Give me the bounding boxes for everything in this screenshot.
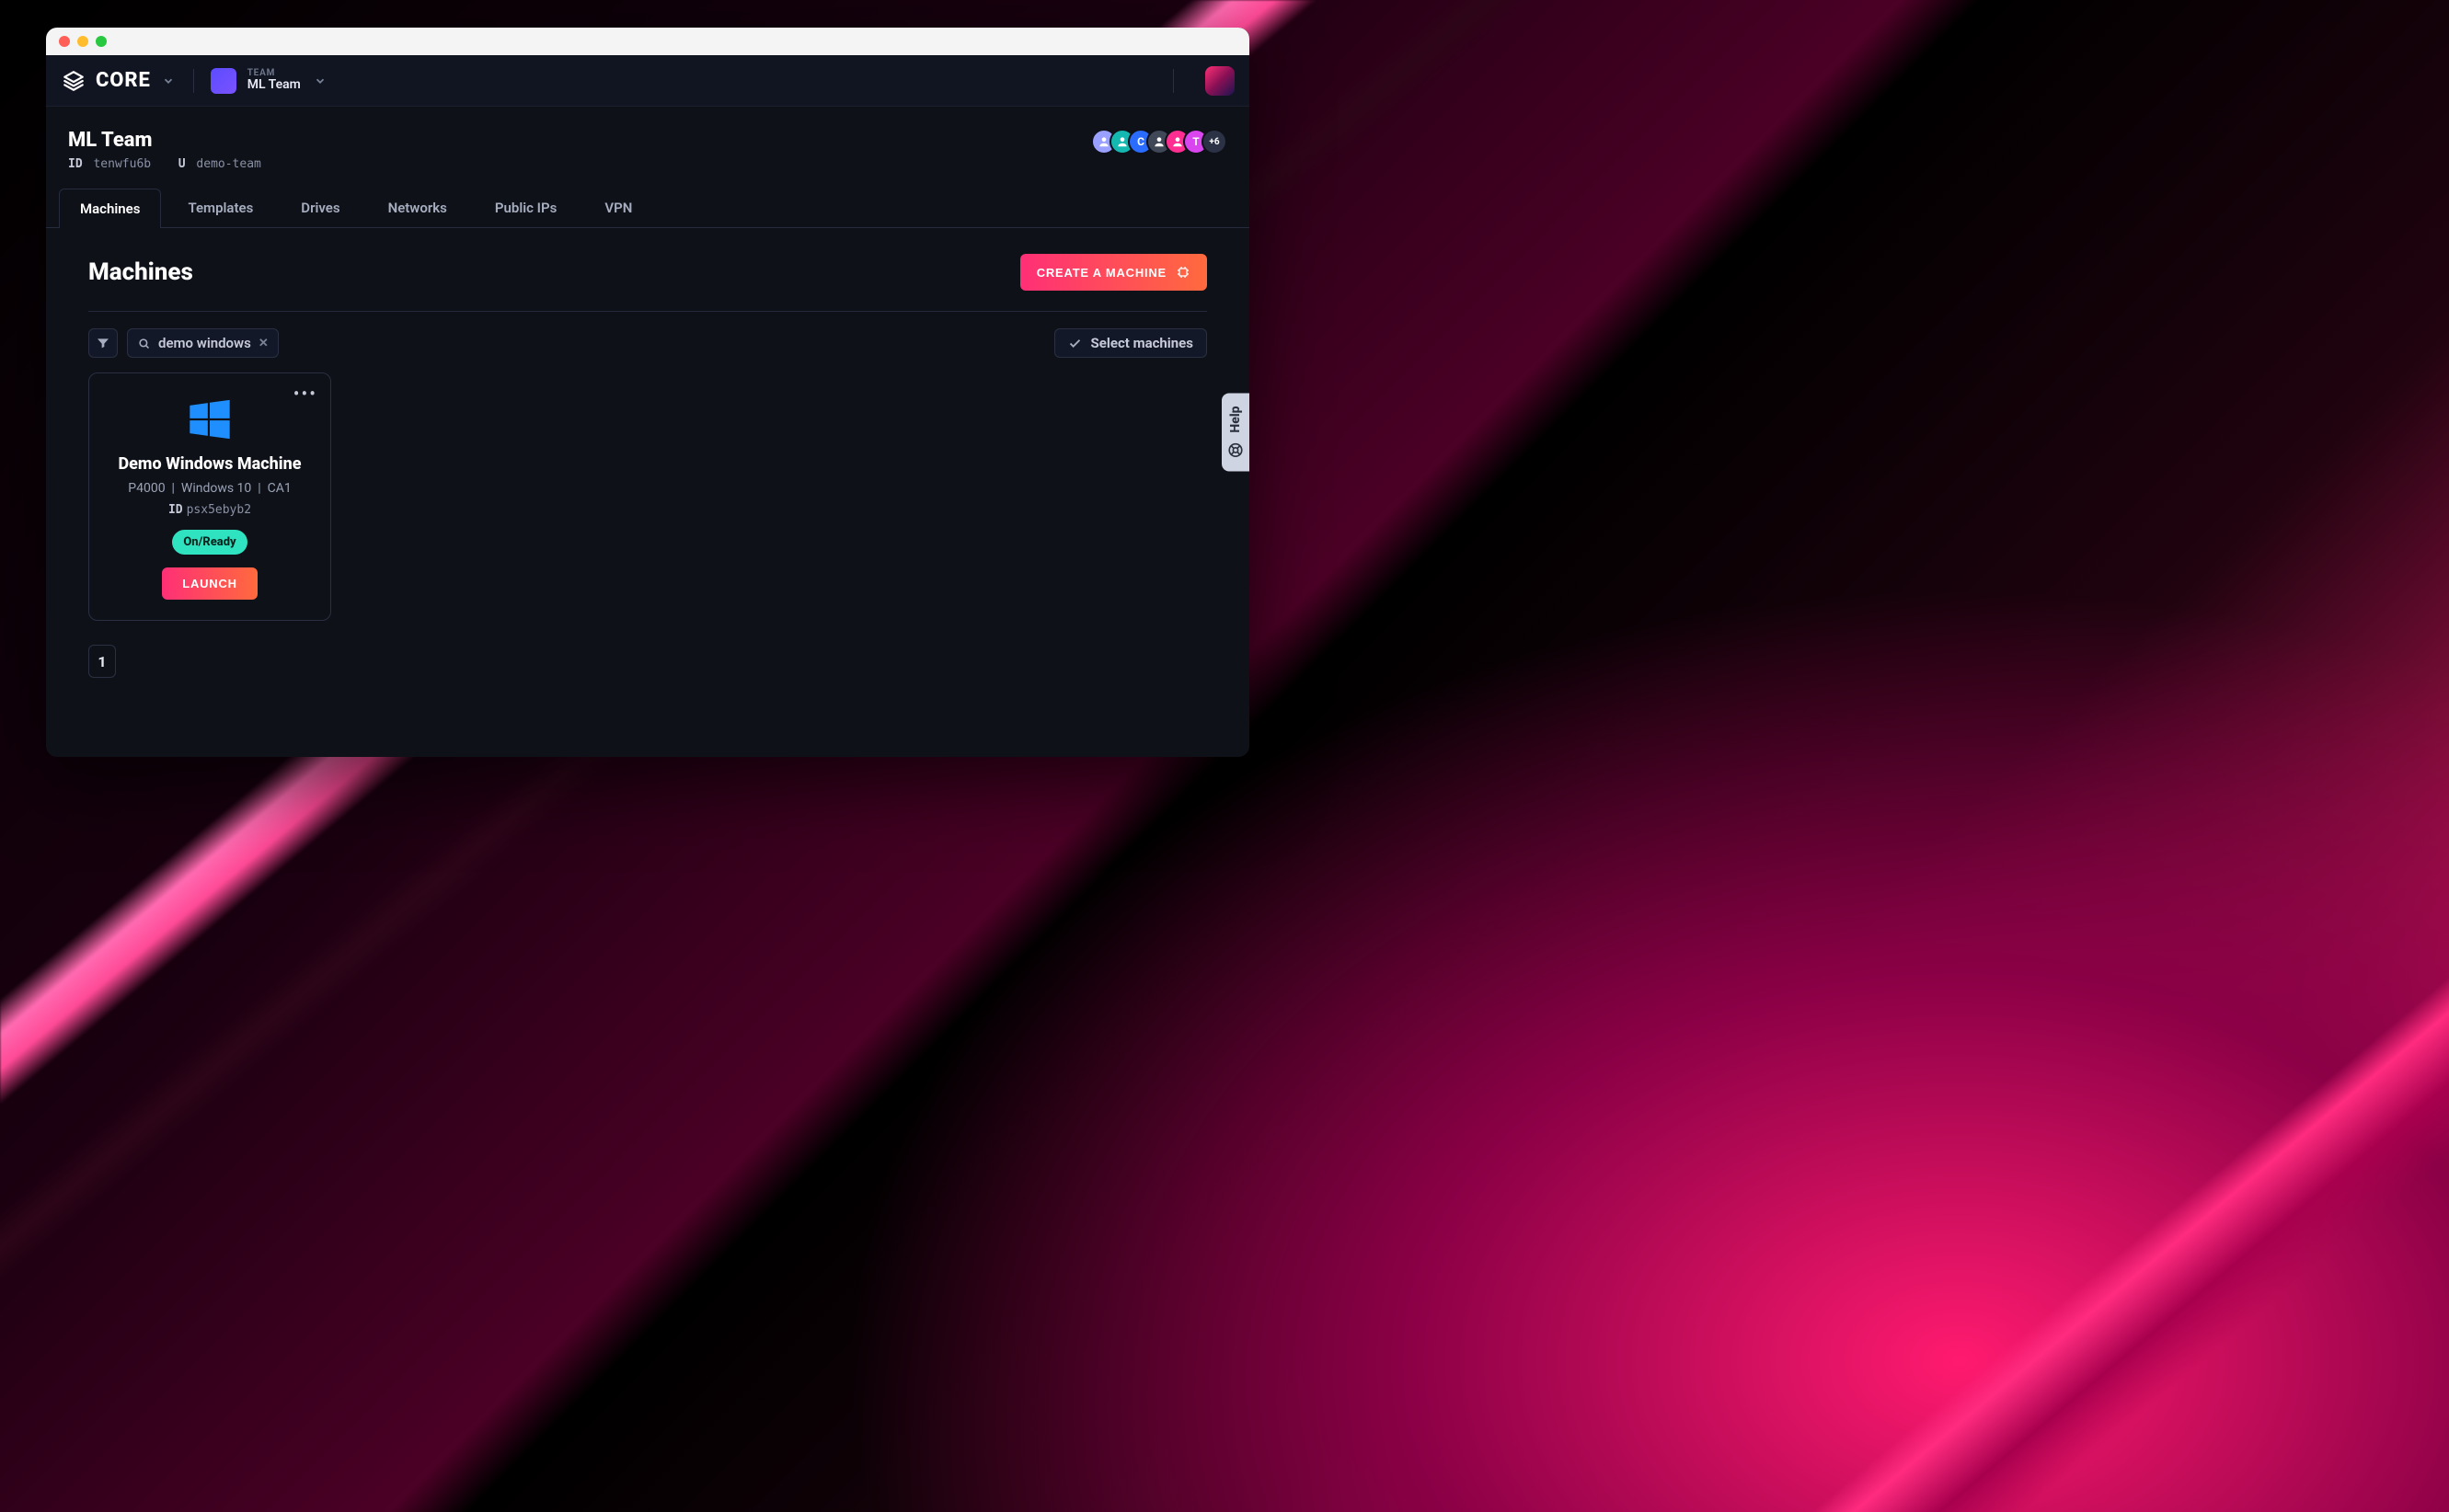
member-avatar-overflow[interactable]: +6 [1202, 129, 1227, 155]
chip-icon [1176, 265, 1190, 280]
divider [193, 69, 194, 93]
button-label: Select machines [1091, 335, 1193, 351]
window-zoom-button[interactable] [96, 36, 107, 47]
page-title: ML Team [68, 129, 261, 152]
create-machine-button[interactable]: CREATE A MACHINE [1020, 254, 1207, 291]
machine-name: Demo Windows Machine [106, 454, 314, 474]
chevron-down-icon [160, 73, 177, 89]
window-minimize-button[interactable] [77, 36, 88, 47]
tab-machines[interactable]: Machines [59, 189, 161, 228]
help-widget[interactable]: Help [1222, 393, 1249, 471]
team-avatar-chip[interactable] [211, 68, 236, 94]
member-avatar-stack[interactable]: CT+6 [1098, 129, 1227, 155]
lifebuoy-icon [1227, 441, 1244, 458]
help-label: Help [1228, 406, 1243, 432]
chevron-down-icon [312, 73, 328, 89]
tab-bar: MachinesTemplatesDrivesNetworksPublic IP… [46, 188, 1249, 228]
search-filter-chip[interactable]: demo windows ✕ [127, 328, 279, 358]
handle-value: demo-team [196, 157, 260, 171]
clear-filter-button[interactable]: ✕ [259, 337, 269, 350]
machine-card-grid: ••• Demo Windows Machine P4000 | Windows 1… [88, 372, 1207, 621]
tab-networks[interactable]: Networks [367, 188, 468, 227]
windows-icon [186, 395, 234, 443]
handle-label: U [178, 157, 186, 171]
id-label: ID [68, 157, 83, 171]
button-label: CREATE A MACHINE [1037, 266, 1167, 280]
window-close-button[interactable] [59, 36, 70, 47]
list-toolbar: demo windows ✕ Select machines [88, 328, 1207, 358]
section-title: Machines [88, 258, 193, 286]
select-machines-button[interactable]: Select machines [1054, 328, 1207, 358]
search-icon [137, 337, 151, 350]
filter-button[interactable] [88, 328, 118, 358]
filter-chip-text: demo windows [158, 335, 251, 351]
team-name: ML Team [247, 78, 301, 92]
machine-card[interactable]: ••• Demo Windows Machine P4000 | Windows 1… [88, 372, 331, 621]
page-number-current[interactable]: 1 [88, 645, 116, 678]
product-name: CORE [96, 69, 151, 92]
tab-public-ips[interactable]: Public IPs [474, 188, 578, 227]
machine-id: IDpsx5ebyb2 [106, 503, 314, 517]
launch-button[interactable]: LAUNCH [162, 567, 258, 600]
page-meta: ID tenwfu6b U demo-team [68, 157, 261, 171]
machine-spec: P4000 | Windows 10 | CA1 [106, 481, 314, 496]
tab-vpn[interactable]: VPN [583, 188, 653, 227]
filter-icon [96, 336, 110, 350]
tab-drives[interactable]: Drives [280, 188, 361, 227]
card-menu-button[interactable]: ••• [293, 384, 317, 403]
divider [1173, 69, 1174, 93]
window-titlebar [46, 28, 1249, 55]
pagination: 1 [88, 645, 1207, 678]
profile-menu[interactable] [1205, 66, 1235, 96]
team-switcher[interactable]: TEAM ML Team [247, 68, 301, 92]
tab-templates[interactable]: Templates [167, 188, 274, 227]
app-window: CORE TEAM ML Team ML Team ID tenwfu6b [46, 28, 1249, 757]
check-icon [1068, 337, 1082, 350]
status-badge: On/Ready [172, 530, 247, 555]
product-switcher[interactable]: CORE [61, 68, 177, 94]
id-value: tenwfu6b [93, 157, 151, 171]
topbar: CORE TEAM ML Team [46, 55, 1249, 107]
stack-icon [61, 68, 86, 94]
